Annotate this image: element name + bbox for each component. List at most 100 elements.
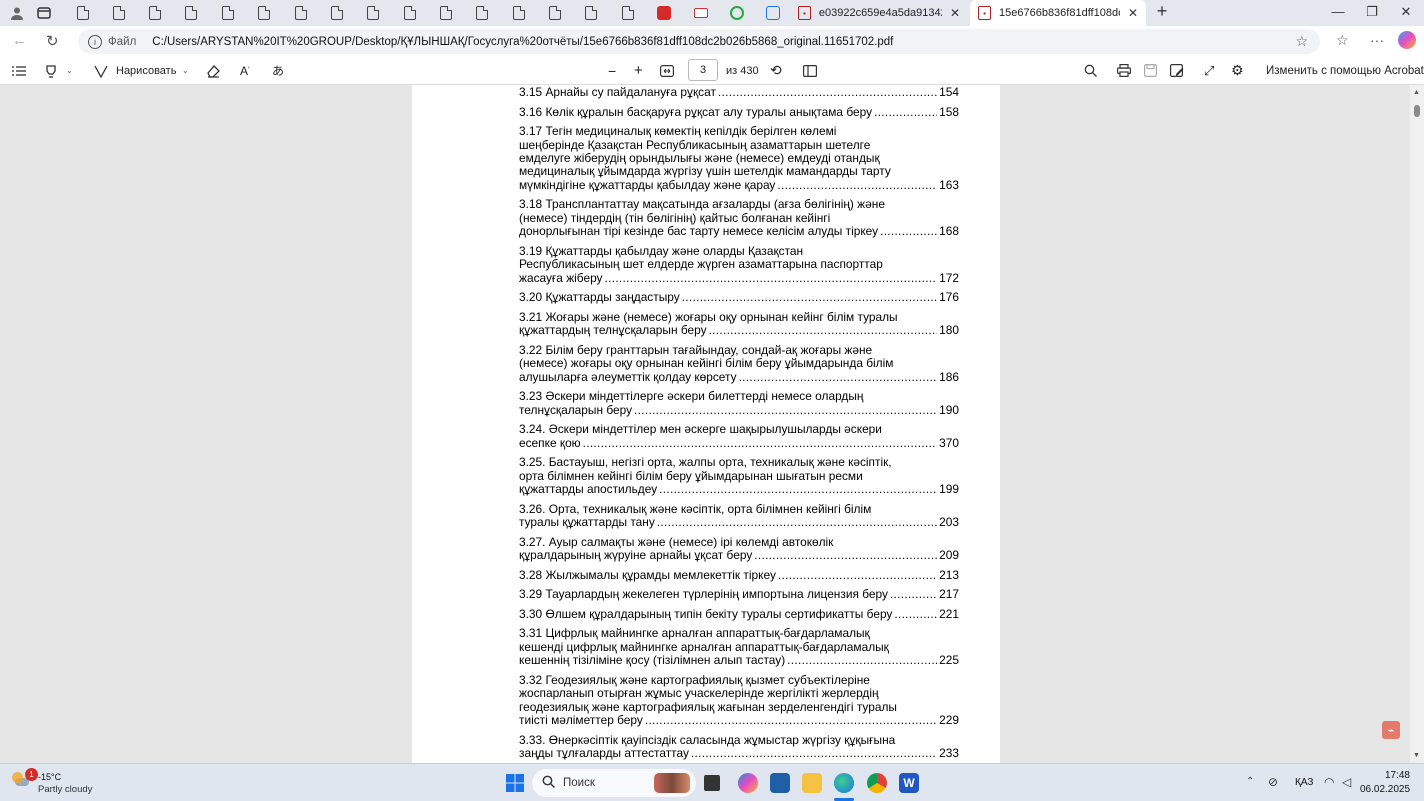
toc-entry[interactable]: 3.19 Құжаттарды қабылдау және оларды Қаз…	[519, 244, 959, 285]
draw-button[interactable]: Нарисовать	[116, 62, 176, 79]
rotate-icon[interactable]: ⟲	[770, 62, 782, 79]
toc-entry[interactable]: 3.15 Арнайы су пайдалануға рұқсат 154	[519, 85, 959, 99]
vertical-scrollbar[interactable]: ▲ ▼	[1410, 85, 1424, 763]
workspaces-icon[interactable]	[35, 4, 53, 22]
word-icon[interactable]: W	[899, 773, 919, 793]
close-icon[interactable]: ✕	[1128, 6, 1138, 20]
pinned-tab-doc-icon[interactable]	[110, 4, 128, 22]
toc-entry[interactable]: 3.16 Көлік құралын басқаруға рұқсат алу …	[519, 105, 959, 119]
settings-gear-icon[interactable]: ⚙	[1231, 62, 1244, 79]
scroll-down-icon[interactable]: ▼	[1413, 752, 1420, 759]
contents-icon[interactable]	[12, 62, 26, 79]
clock-time[interactable]: 17:48	[1376, 770, 1410, 781]
pinned-tab-whatsapp-icon[interactable]	[728, 4, 746, 22]
copilot-icon[interactable]	[1398, 31, 1416, 49]
taskbar-search[interactable]: Поиск	[532, 769, 696, 797]
pinned-tab-doc-icon[interactable]	[510, 4, 528, 22]
toc-entry[interactable]: 3.28 Жылжымалы құрамды мемлекеттік тірке…	[519, 568, 959, 582]
acrobat-icon[interactable]: ⌁	[1382, 721, 1400, 739]
weather-icon[interactable]: 1	[12, 768, 38, 790]
copilot-taskbar-icon[interactable]	[738, 773, 758, 793]
toc-entry[interactable]: 3.18 Трансплантаттау мақсатында ағзалард…	[519, 197, 959, 238]
eraser-icon[interactable]	[206, 62, 220, 79]
volume-icon[interactable]: ◁	[1342, 775, 1351, 789]
toc-entry[interactable]: 3.25. Бастауыш, негізгі орта, жалпы орта…	[519, 455, 959, 496]
favorite-star-icon[interactable]: ☆	[1295, 33, 1308, 50]
print-icon[interactable]	[1117, 62, 1131, 79]
toc-entry[interactable]: 3.32 Геодезиялық және картографиялық қыз…	[519, 673, 959, 728]
restore-icon[interactable]: ❐	[1362, 4, 1382, 20]
pinned-tab-doc-icon[interactable]	[437, 4, 455, 22]
edge-icon[interactable]	[834, 773, 854, 793]
toc-entry[interactable]: 3.20 Құжаттарды заңдастыру 176	[519, 290, 959, 304]
url-text[interactable]: C:/Users/ARYSTAN%20IT%20GROUP/Desktop/ҚҰ…	[152, 36, 893, 48]
edit-with-acrobat-button[interactable]: Изменить с помощью Acrobat	[1266, 62, 1424, 79]
pinned-tab-doc-icon[interactable]	[582, 4, 600, 22]
scroll-up-icon[interactable]: ▲	[1413, 89, 1420, 96]
zoom-out-icon[interactable]: −	[608, 62, 616, 79]
pinned-tab-doc-icon[interactable]	[401, 4, 419, 22]
pinned-tab-mail-icon[interactable]	[764, 4, 782, 22]
tab-pdf-2-active[interactable]: ▪ 15e6766b836f81dff108dc2b026b ✕	[970, 0, 1146, 26]
toc-entry[interactable]: 3.24. Әскери міндеттілер мен әскерге шақ…	[519, 422, 959, 450]
network-tray-icon[interactable]: ⊘	[1268, 775, 1278, 789]
fit-page-icon[interactable]	[660, 62, 674, 79]
pinned-tab-doc-icon[interactable]	[146, 4, 164, 22]
chevron-down-icon[interactable]: ⌄	[182, 62, 189, 79]
fullscreen-icon[interactable]: ⤢	[1204, 62, 1214, 79]
start-icon[interactable]	[505, 773, 525, 793]
clock-date[interactable]: 06.02.2025	[1360, 784, 1410, 795]
tab-pdf-1[interactable]: ▪ e03922c659e4a5da913420eb777a ✕	[790, 0, 968, 26]
chevron-down-icon[interactable]: ⌄	[66, 62, 73, 79]
language-indicator[interactable]: ҚАЗ	[1295, 777, 1313, 788]
close-icon[interactable]: ✕	[950, 6, 960, 20]
wifi-icon[interactable]: ◠	[1324, 775, 1334, 789]
task-view-icon[interactable]	[704, 775, 720, 791]
pinned-tab-doc-icon[interactable]	[546, 4, 564, 22]
url-field[interactable]: i Файл C:/Users/ARYSTAN%20IT%20GROUP/Des…	[78, 29, 1320, 54]
pinned-tab-doc-icon[interactable]	[364, 4, 382, 22]
translate-icon[interactable]: あ	[272, 62, 284, 79]
store-icon[interactable]	[770, 773, 790, 793]
profile-icon[interactable]	[8, 4, 26, 22]
reload-icon[interactable]: ↻	[46, 32, 59, 50]
file-explorer-icon[interactable]	[802, 773, 822, 793]
pinned-tab-doc-icon[interactable]	[255, 4, 273, 22]
highlight-icon[interactable]	[44, 62, 58, 79]
search-icon[interactable]	[1084, 62, 1097, 79]
pinned-tab-doc-icon[interactable]	[182, 4, 200, 22]
more-menu-icon[interactable]: ···	[1370, 32, 1384, 48]
weather-desc[interactable]: Partly cloudy	[38, 784, 92, 795]
save-as-icon[interactable]	[1170, 62, 1184, 79]
back-icon[interactable]: ←	[12, 32, 27, 49]
scroll-thumb[interactable]	[1414, 105, 1420, 117]
draw-icon[interactable]	[94, 62, 108, 79]
chrome-icon[interactable]	[867, 773, 887, 793]
pinned-tab-site-icon[interactable]	[692, 4, 710, 22]
chevron-up-icon[interactable]: ⌃	[1246, 776, 1254, 787]
pinned-tab-doc-icon[interactable]	[292, 4, 310, 22]
toc-entry[interactable]: 3.17 Тегін медициналық көмектің кепілдік…	[519, 124, 959, 192]
toc-entry[interactable]: 3.33. Өнеркәсіптік қауіпсіздік саласында…	[519, 733, 959, 761]
pinned-tab-doc-icon[interactable]	[219, 4, 237, 22]
toc-entry[interactable]: 3.23 Әскери міндеттілерге әскери билетте…	[519, 389, 959, 417]
save-icon[interactable]	[1144, 62, 1157, 79]
toc-entry[interactable]: 3.21 Жоғары және (немесе) жоғары оқу орн…	[519, 310, 959, 338]
toc-entry[interactable]: 3.29 Тауарлардың жекелеген түрлерінің им…	[519, 587, 959, 601]
toc-entry[interactable]: 3.22 Білім беру гранттарын тағайындау, с…	[519, 343, 959, 384]
page-view-icon[interactable]	[803, 62, 817, 79]
pinned-tab-doc-icon[interactable]	[328, 4, 346, 22]
info-icon[interactable]: i	[88, 34, 102, 49]
favorites-icon[interactable]: ☆	[1336, 32, 1349, 49]
pinned-tab-doc-icon[interactable]	[619, 4, 637, 22]
toc-entry[interactable]: 3.31 Цифрлық майнингке арналған аппаратт…	[519, 626, 959, 667]
weather-temp[interactable]: -15°C	[38, 772, 61, 782]
read-aloud-icon[interactable]: Aʼ	[240, 62, 250, 79]
pinned-tab-doc-icon[interactable]	[473, 4, 491, 22]
toc-entry[interactable]: 3.30 Өлшем құралдарының типін бекіту тур…	[519, 607, 959, 621]
pinned-tab-doc-icon[interactable]	[74, 4, 92, 22]
toc-entry[interactable]: 3.27. Ауыр салмақты және (немесе) ірі кө…	[519, 535, 959, 563]
page-number-input[interactable]: 3	[688, 59, 718, 81]
new-tab-icon[interactable]: +	[1152, 1, 1172, 22]
toc-entry[interactable]: 3.26. Орта, техникалық және кәсіптік, ор…	[519, 502, 959, 530]
